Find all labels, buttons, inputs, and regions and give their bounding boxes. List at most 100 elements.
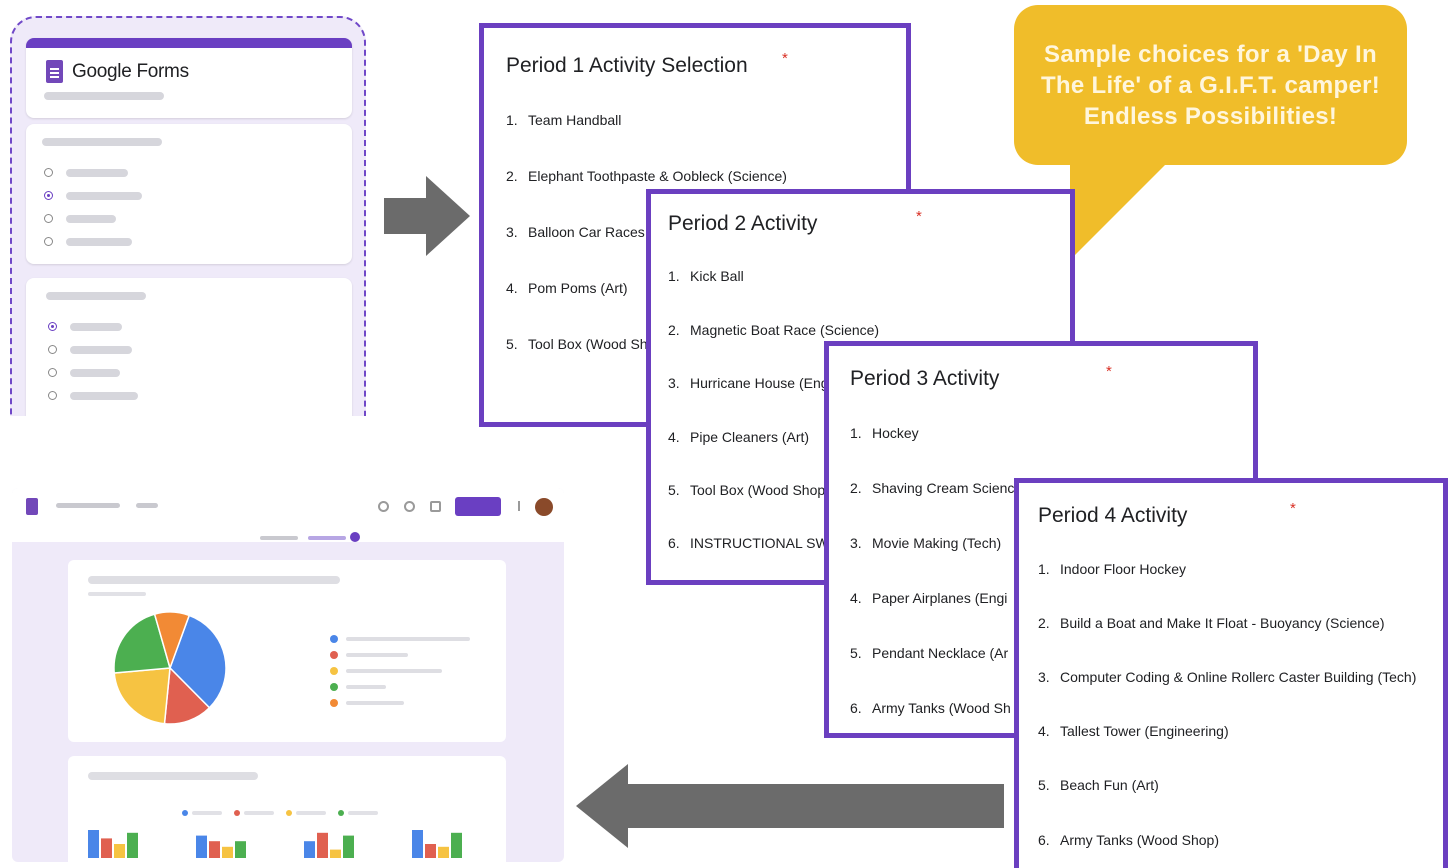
option-placeholder xyxy=(70,392,138,400)
legend-dot xyxy=(286,810,292,816)
period-4-panel: Period 4 Activity * 1. Indoor Floor Hocke… xyxy=(1014,478,1448,868)
activity-option[interactable]: 2. Shaving Cream Scienc xyxy=(850,480,1014,496)
radio-option[interactable] xyxy=(48,345,57,354)
activity-option[interactable]: 3. Computer Coding & Online Rollerc Caste… xyxy=(1038,669,1416,685)
radio-option[interactable] xyxy=(44,168,53,177)
option-number: 3. xyxy=(668,375,680,391)
activity-option[interactable]: 4. Paper Airplanes (Engi xyxy=(850,590,1007,606)
activity-option[interactable]: 5. Pendant Necklace (Ar xyxy=(850,645,1008,661)
radio-option[interactable] xyxy=(44,214,53,223)
bar xyxy=(304,841,315,858)
activity-option[interactable]: 5. Tool Box (Wood Sh xyxy=(506,336,648,352)
send-button[interactable] xyxy=(455,497,501,516)
question-placeholder xyxy=(88,772,258,780)
option-placeholder xyxy=(70,369,120,377)
google-forms-icon xyxy=(26,498,38,515)
activity-option[interactable]: 5. Tool Box (Wood Shop xyxy=(668,482,825,498)
legend-dot xyxy=(330,667,338,675)
option-label: Tool Box (Wood Sh xyxy=(528,336,648,352)
option-label: Balloon Car Races xyxy=(528,224,645,240)
legend-placeholder xyxy=(348,811,378,815)
activity-option[interactable]: 6. Army Tanks (Wood Shop) xyxy=(1038,832,1219,848)
bar-chart xyxy=(88,830,462,858)
form-header-card: Google Forms xyxy=(26,38,352,118)
activity-option[interactable]: 4. Pipe Cleaners (Art) xyxy=(668,429,809,445)
tab-questions[interactable] xyxy=(260,536,298,540)
option-label: Pipe Cleaners (Art) xyxy=(690,429,810,445)
legend-placeholder xyxy=(296,811,326,815)
option-label: Tool Box (Wood Shop xyxy=(690,482,826,498)
radio-option[interactable] xyxy=(44,237,53,246)
bar xyxy=(127,832,138,858)
radio-option-selected[interactable] xyxy=(44,191,53,200)
avatar[interactable] xyxy=(535,498,553,516)
radio-option-selected[interactable] xyxy=(48,322,57,331)
option-label: Elephant Toothpaste & Oobleck (Science) xyxy=(528,168,787,184)
option-label: Army Tanks (Wood Sh xyxy=(872,700,1011,716)
activity-option[interactable]: 3. Balloon Car Races xyxy=(506,224,645,240)
legend-dot xyxy=(330,699,338,707)
activity-option[interactable]: 5. Beach Fun (Art) xyxy=(1038,777,1159,793)
panel-title: Period 2 Activity xyxy=(668,212,818,235)
option-placeholder xyxy=(66,192,142,200)
radio-option[interactable] xyxy=(48,391,57,400)
option-label: Tallest Tower (Engineering) xyxy=(1060,723,1229,739)
bar-chart-card xyxy=(68,756,506,862)
option-label: Paper Airplanes (Engi xyxy=(872,590,1008,606)
option-label: Computer Coding & Online Rollerc Caster … xyxy=(1060,669,1417,685)
placeholder-line xyxy=(44,92,164,100)
option-label: Hockey xyxy=(872,425,919,441)
panel-title: Period 4 Activity xyxy=(1038,504,1188,527)
legend-placeholder xyxy=(346,637,470,641)
legend-placeholder xyxy=(346,669,442,673)
option-number: 6. xyxy=(668,535,680,551)
activity-option[interactable]: 1. Team Handball xyxy=(506,112,621,128)
activity-option[interactable]: 3. Movie Making (Tech) xyxy=(850,535,1001,551)
settings-icon[interactable] xyxy=(430,501,441,512)
option-number: 2. xyxy=(1038,615,1050,631)
option-number: 2. xyxy=(506,168,518,184)
legend-placeholder xyxy=(346,685,386,689)
more-icon[interactable] xyxy=(518,501,520,511)
activity-option[interactable]: 4. Pom Poms (Art) xyxy=(506,280,628,296)
activity-option[interactable]: 2. Build a Boat and Make It Float - Buoya… xyxy=(1038,615,1385,631)
form-title-placeholder xyxy=(56,503,120,508)
callout-line: The Life' of a G.I.F.T. camper! xyxy=(1040,72,1381,99)
palette-icon[interactable] xyxy=(378,501,389,512)
bar xyxy=(209,841,220,858)
activity-option[interactable]: 4. Tallest Tower (Engineering) xyxy=(1038,723,1229,739)
bar xyxy=(343,835,354,858)
activity-option[interactable]: 1. Kick Ball xyxy=(668,268,744,284)
toolbar-placeholder xyxy=(136,503,158,508)
pie-slice xyxy=(113,667,171,725)
bar xyxy=(114,844,125,858)
option-placeholder xyxy=(70,323,122,331)
required-marker: * xyxy=(1106,363,1112,380)
legend-placeholder xyxy=(346,701,404,705)
preview-icon[interactable] xyxy=(404,501,415,512)
activity-option[interactable]: 3. Hurricane House (Eng xyxy=(668,375,829,391)
response-count-placeholder xyxy=(88,592,146,596)
activity-option[interactable]: 6. Army Tanks (Wood Sh xyxy=(850,700,1011,716)
option-number: 3. xyxy=(1038,669,1050,685)
activity-option[interactable]: 6. INSTRUCTIONAL SW xyxy=(668,535,829,551)
option-number: 3. xyxy=(850,535,862,551)
bar xyxy=(88,830,99,858)
radio-option[interactable] xyxy=(48,368,57,377)
activity-option[interactable]: 2. Magnetic Boat Race (Science) xyxy=(668,322,879,338)
option-number: 1. xyxy=(850,425,862,441)
option-number: 2. xyxy=(668,322,680,338)
activity-option[interactable]: 1. Hockey xyxy=(850,425,919,441)
question-placeholder xyxy=(42,138,162,146)
option-number: 1. xyxy=(1038,561,1050,577)
activity-option[interactable]: 1. Indoor Floor Hockey xyxy=(1038,561,1186,577)
legend-dot xyxy=(330,635,338,643)
option-number: 4. xyxy=(506,280,518,296)
option-number: 1. xyxy=(506,112,518,128)
option-placeholder xyxy=(66,215,116,223)
option-label: Kick Ball xyxy=(690,268,744,284)
option-number: 4. xyxy=(1038,723,1050,739)
option-placeholder xyxy=(70,346,132,354)
activity-option[interactable]: 2. Elephant Toothpaste & Oobleck (Science… xyxy=(506,168,787,184)
tab-responses[interactable] xyxy=(308,536,346,540)
